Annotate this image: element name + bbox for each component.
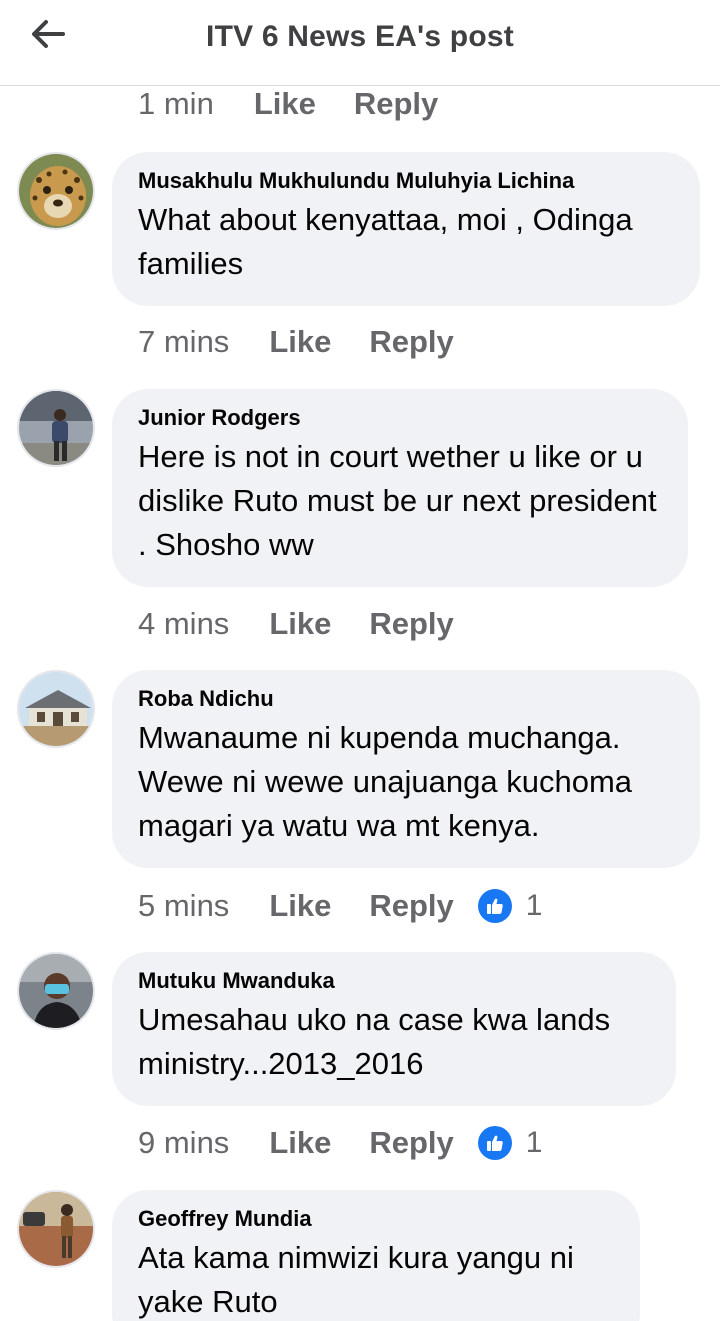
comment-time: 1 min xyxy=(138,86,214,121)
avatar[interactable] xyxy=(17,670,95,748)
like-button[interactable]: Like xyxy=(269,324,331,360)
comment-text: Mwanaume ni kupenda muchanga. Wewe ni we… xyxy=(138,720,633,843)
comment-bubble[interactable]: Mutuku Mwanduka Umesahau uko na case kwa… xyxy=(112,952,676,1106)
reply-button[interactable]: Reply xyxy=(369,606,453,642)
reaction-summary[interactable]: 1 xyxy=(477,889,543,923)
reaction-count: 1 xyxy=(525,889,543,922)
like-button[interactable]: Like xyxy=(269,1125,331,1161)
like-button[interactable]: Like xyxy=(269,888,331,924)
comment-meta-row: 5 mins Like Reply 1 xyxy=(138,886,542,926)
avatar[interactable] xyxy=(17,952,95,1030)
comment-time: 9 mins xyxy=(138,1125,230,1160)
comment-bubble[interactable]: Junior Rodgers Here is not in court weth… xyxy=(112,389,688,587)
comment-meta-row: 7 mins Like Reply xyxy=(138,322,454,362)
comment-text: Here is not in court wether u like or u … xyxy=(138,439,657,562)
comment-text: Umesahau uko na case kwa lands ministry.… xyxy=(138,1002,611,1081)
comment-time: 7 mins xyxy=(138,324,230,359)
avatar[interactable] xyxy=(17,152,95,230)
reply-button[interactable]: Reply xyxy=(369,324,453,360)
comment-author[interactable]: Junior Rodgers xyxy=(138,403,662,433)
comment-author[interactable]: Roba Ndichu xyxy=(138,684,674,714)
comment-text: Ata kama nimwizi kura yangu ni yake Ruto xyxy=(138,1240,574,1319)
comment-author[interactable]: Geoffrey Mundia xyxy=(138,1204,614,1234)
comment-meta-row: 4 mins Like Reply xyxy=(138,604,454,644)
avatar[interactable] xyxy=(17,1190,95,1268)
comment-bubble[interactable]: Geoffrey Mundia Ata kama nimwizi kura ya… xyxy=(112,1190,640,1321)
page-title: ITV 6 News EA's post xyxy=(206,20,514,53)
comment-bubble[interactable]: Musakhulu Mukhulundu Muluhyia Lichina Wh… xyxy=(112,152,700,306)
like-reaction-icon xyxy=(477,1126,512,1160)
reaction-count: 1 xyxy=(525,1126,543,1159)
comment-time: 5 mins xyxy=(138,888,230,923)
comment-bubble[interactable]: Roba Ndichu Mwanaume ni kupenda muchanga… xyxy=(112,670,700,868)
reply-button[interactable]: Reply xyxy=(369,888,453,924)
top-app-bar: ITV 6 News EA's post xyxy=(0,0,720,86)
reply-button[interactable]: Reply xyxy=(369,1125,453,1161)
comment-meta-row: 9 mins Like Reply 1 xyxy=(138,1123,542,1163)
comment-time: 4 mins xyxy=(138,606,230,641)
comment-author[interactable]: Mutuku Mwanduka xyxy=(138,966,650,996)
like-button[interactable]: Like xyxy=(269,606,331,642)
comment-author[interactable]: Musakhulu Mukhulundu Muluhyia Lichina xyxy=(138,166,674,196)
comment-meta-row: 1 min Like Reply xyxy=(138,84,438,124)
like-reaction-icon xyxy=(477,889,512,923)
avatar[interactable] xyxy=(17,389,95,467)
reaction-summary[interactable]: 1 xyxy=(477,1126,543,1160)
reply-button[interactable]: Reply xyxy=(354,86,438,122)
comment-text: What about kenyattaa, moi , Odinga famil… xyxy=(138,202,633,281)
like-button[interactable]: Like xyxy=(254,86,316,122)
